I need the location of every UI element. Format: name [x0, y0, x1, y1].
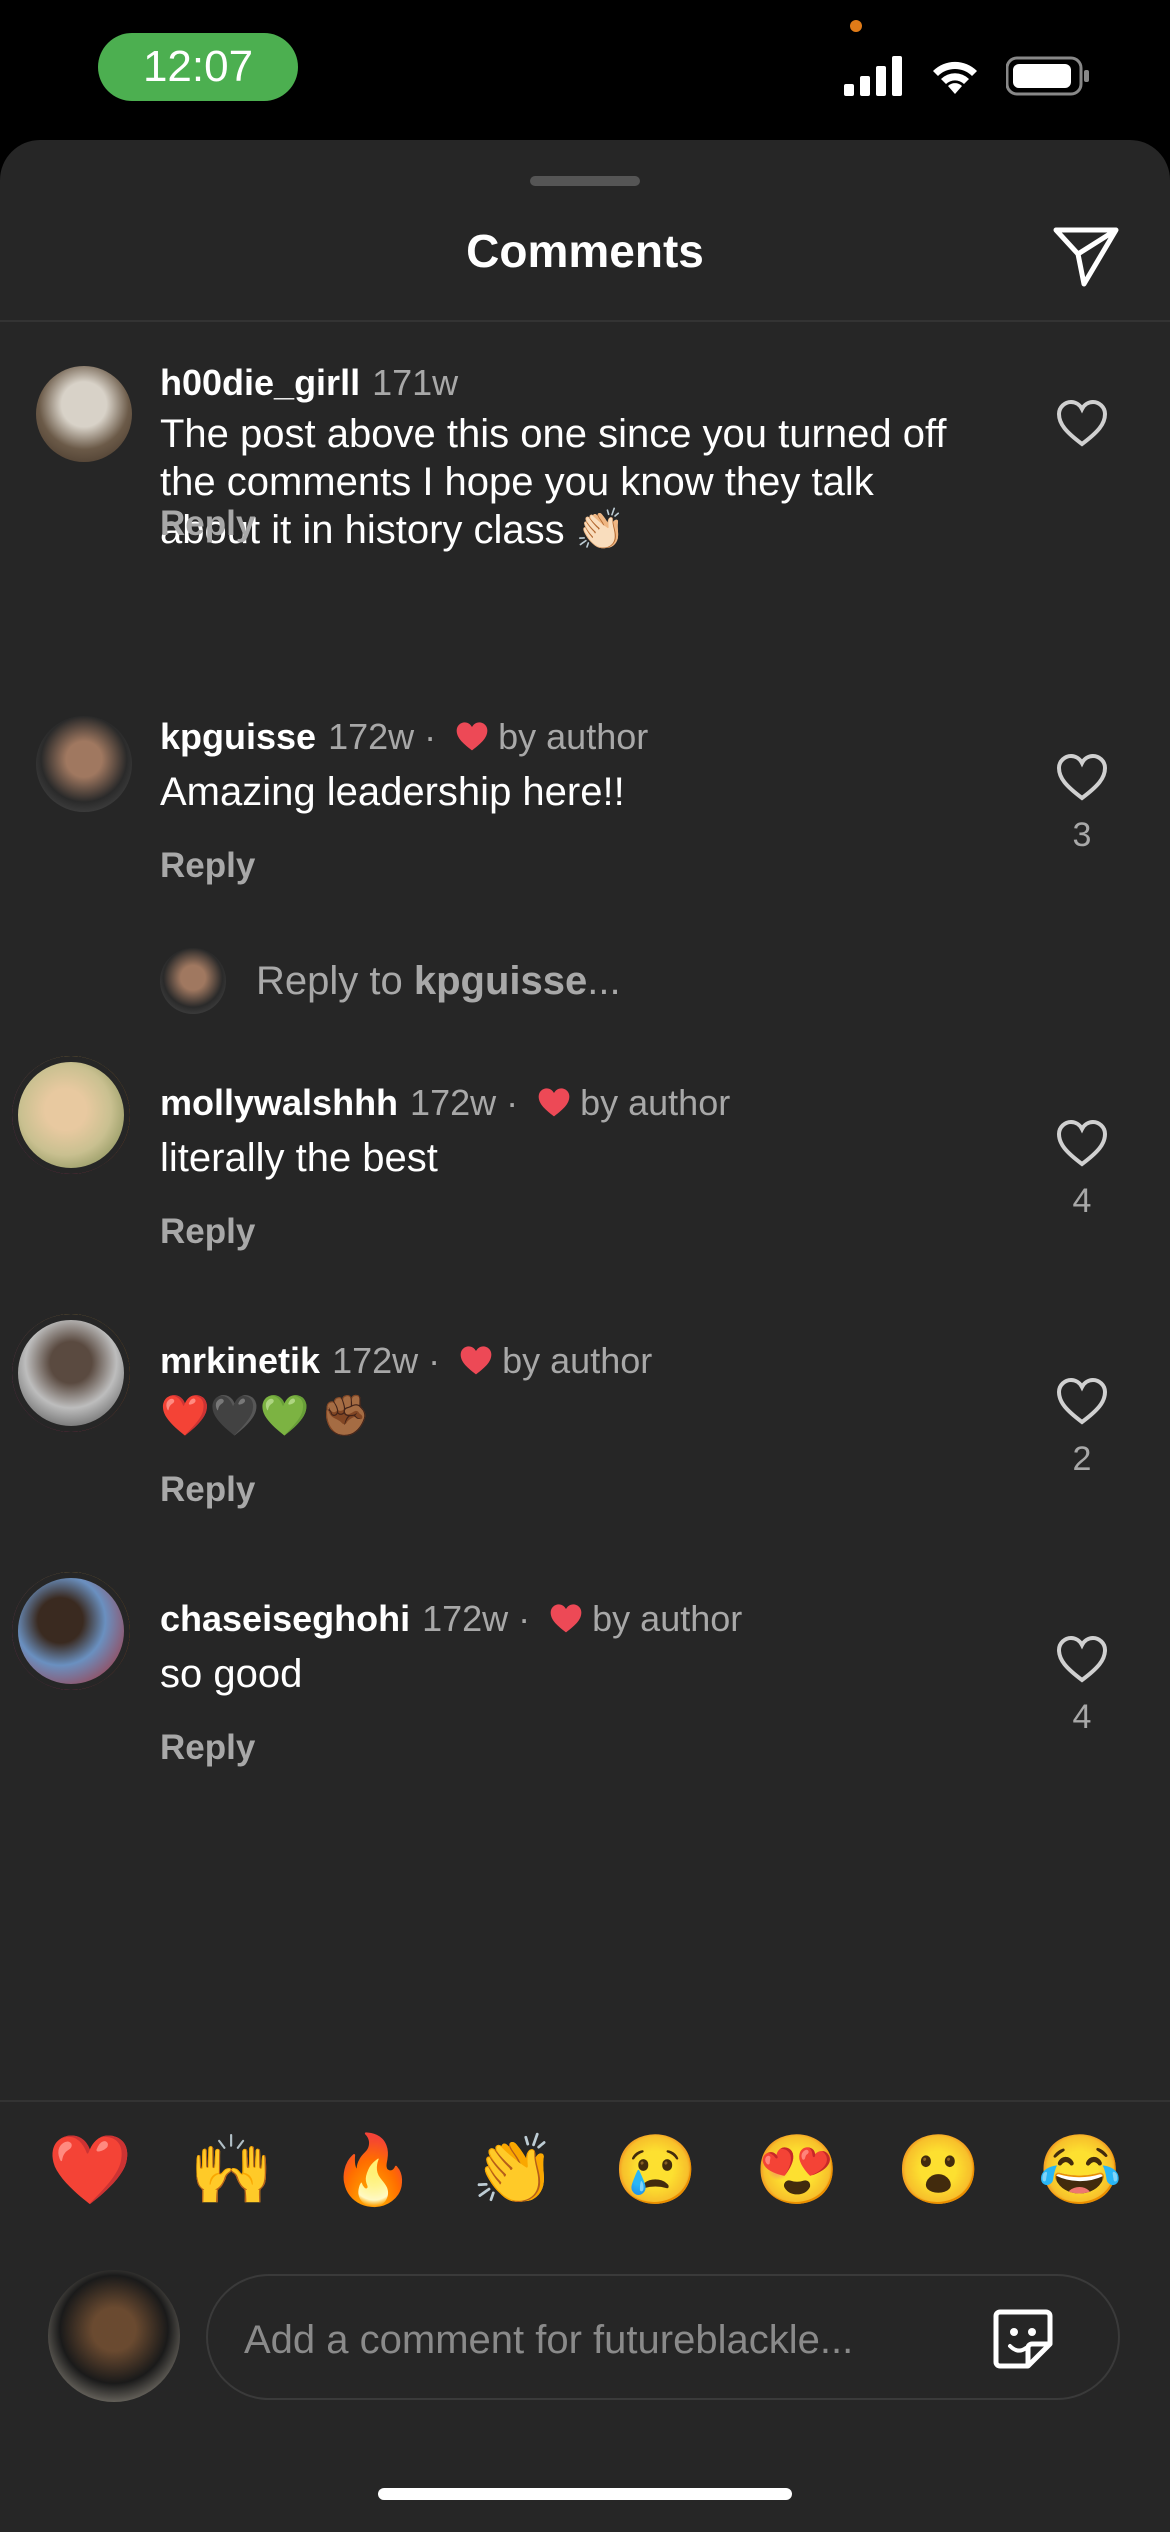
author-liked-heart-icon — [460, 1346, 492, 1375]
reply-to-prefix: Reply to — [256, 958, 414, 1003]
avatar — [160, 948, 226, 1014]
quick-emoji-bar: ❤️ 🙌 🔥 👏 😢 😍 😮 😂 — [40, 2130, 1130, 2210]
author-label: by author — [498, 716, 649, 757]
comments-sheet: Comments h00die_girll 171w The post abov… — [0, 140, 1170, 2532]
like-control: 3 — [1046, 754, 1118, 855]
author-liked-heart-icon — [550, 1604, 582, 1633]
author-label: by author — [502, 1340, 653, 1381]
comment-item: kpguisse 172w · by author Amazing leader… — [0, 716, 1170, 916]
paper-plane-icon[interactable] — [1050, 220, 1122, 292]
like-control: 2 — [1046, 1378, 1118, 1479]
reply-to-suffix: ... — [587, 958, 621, 1003]
camera-indicator-dot — [850, 20, 862, 32]
avatar — [12, 1572, 130, 1690]
sheet-grabber[interactable] — [530, 176, 640, 186]
page-title: Comments — [466, 225, 704, 277]
author-label: by author — [592, 1598, 743, 1639]
comment-username[interactable]: mollywalshhh — [160, 1082, 398, 1124]
avatar[interactable] — [36, 716, 132, 812]
comment-age: 172w — [410, 1082, 497, 1123]
cellular-signal-icon — [844, 56, 902, 96]
reply-button[interactable]: Reply — [160, 846, 255, 886]
emoji-surprised[interactable]: 😮 — [889, 2130, 989, 2210]
emoji-raised-hands[interactable]: 🙌 — [181, 2130, 281, 2210]
author-label: by author — [580, 1082, 731, 1123]
like-count: 3 — [1072, 816, 1092, 854]
story-ring[interactable] — [12, 1572, 130, 1690]
reply-button[interactable]: Reply — [160, 1470, 255, 1510]
emoji-fire[interactable]: 🔥 — [323, 2130, 423, 2210]
comment-header: chaseiseghohi 172w · by author — [160, 1598, 743, 1640]
comment-input[interactable]: Add a comment for futureblackle... — [206, 2274, 1120, 2400]
emoji-laughing[interactable]: 😂 — [1030, 2130, 1130, 2210]
avatar — [12, 1314, 130, 1432]
emoji-heart[interactable]: ❤️ — [40, 2130, 140, 2210]
comment-username[interactable]: h00die_girll — [160, 362, 360, 404]
current-user-avatar — [48, 2270, 180, 2402]
status-icons — [844, 56, 1090, 96]
status-bar: 12:07 — [0, 0, 1170, 140]
avatar — [12, 1056, 130, 1174]
comment-text: so good — [160, 1652, 303, 1696]
story-ring[interactable] — [12, 1056, 130, 1174]
like-count: 2 — [1072, 1440, 1092, 1478]
comment-input-placeholder: Add a comment for futureblackle... — [244, 2318, 854, 2362]
reply-button[interactable]: Reply — [160, 1212, 255, 1252]
comment-item: chaseiseghohi 172w · by author so good R… — [0, 1572, 1170, 1798]
heart-outline-icon[interactable] — [1056, 1120, 1108, 1168]
reply-button[interactable]: Reply — [160, 1728, 255, 1768]
heart-outline-icon[interactable] — [1056, 754, 1108, 802]
like-control: 4 — [1046, 1120, 1118, 1221]
emoji-heart-eyes[interactable]: 😍 — [747, 2130, 847, 2210]
comment-header: mollywalshhh 172w · by author — [160, 1082, 731, 1124]
comment-text: ❤️🖤💚 ✊🏾 — [160, 1394, 371, 1438]
comment-item: h00die_girll 171w The post above this on… — [0, 362, 1170, 692]
comment-username[interactable]: mrkinetik — [160, 1340, 320, 1382]
reply-to-prompt[interactable]: Reply to kpguisse... — [160, 948, 621, 1014]
header-divider — [0, 320, 1170, 322]
like-control — [1046, 400, 1118, 448]
like-count: 4 — [1072, 1698, 1092, 1736]
battery-icon — [1006, 56, 1089, 96]
comment-age: 172w — [332, 1340, 419, 1381]
comment-item: mrkinetik 172w · by author ❤️🖤💚 ✊🏾 Reply… — [0, 1314, 1170, 1540]
like-control: 4 — [1046, 1636, 1118, 1737]
comment-header: kpguisse 172w · by author — [160, 716, 649, 758]
comment-text: literally the best — [160, 1136, 438, 1180]
avatar[interactable] — [36, 366, 132, 462]
comment-text: The post above this one since you turned… — [160, 412, 947, 552]
author-liked-heart-icon — [456, 722, 488, 751]
comment-header: h00die_girll 171w — [160, 362, 458, 404]
emoji-clap[interactable]: 👏 — [464, 2130, 564, 2210]
comment-text: Amazing leadership here!! — [160, 770, 625, 814]
heart-outline-icon[interactable] — [1056, 400, 1108, 448]
sticker-icon[interactable] — [988, 2304, 1058, 2374]
wifi-icon — [933, 61, 977, 94]
comment-username[interactable]: chaseiseghohi — [160, 1598, 410, 1640]
emoji-crying[interactable]: 😢 — [606, 2130, 706, 2210]
status-time: 12:07 — [98, 33, 298, 101]
comment-header: mrkinetik 172w · by author — [160, 1340, 653, 1382]
story-ring[interactable] — [12, 1314, 130, 1432]
heart-outline-icon[interactable] — [1056, 1636, 1108, 1684]
comment-item: mollywalshhh 172w · by author literally … — [0, 1056, 1170, 1282]
emoji-bar-divider — [0, 2100, 1170, 2102]
author-liked-heart-icon — [538, 1088, 570, 1117]
home-indicator[interactable] — [378, 2488, 792, 2500]
comment-username[interactable]: kpguisse — [160, 716, 316, 758]
comment-composer: Add a comment for futureblackle... — [0, 2270, 1170, 2410]
comment-age: 172w — [422, 1598, 509, 1639]
comment-age: 171w — [372, 362, 459, 403]
reply-to-username: kpguisse — [413, 958, 588, 1003]
heart-outline-icon[interactable] — [1056, 1378, 1108, 1426]
comment-age: 172w — [328, 716, 415, 757]
reply-button[interactable]: Reply — [160, 504, 255, 544]
like-count: 4 — [1072, 1182, 1092, 1220]
